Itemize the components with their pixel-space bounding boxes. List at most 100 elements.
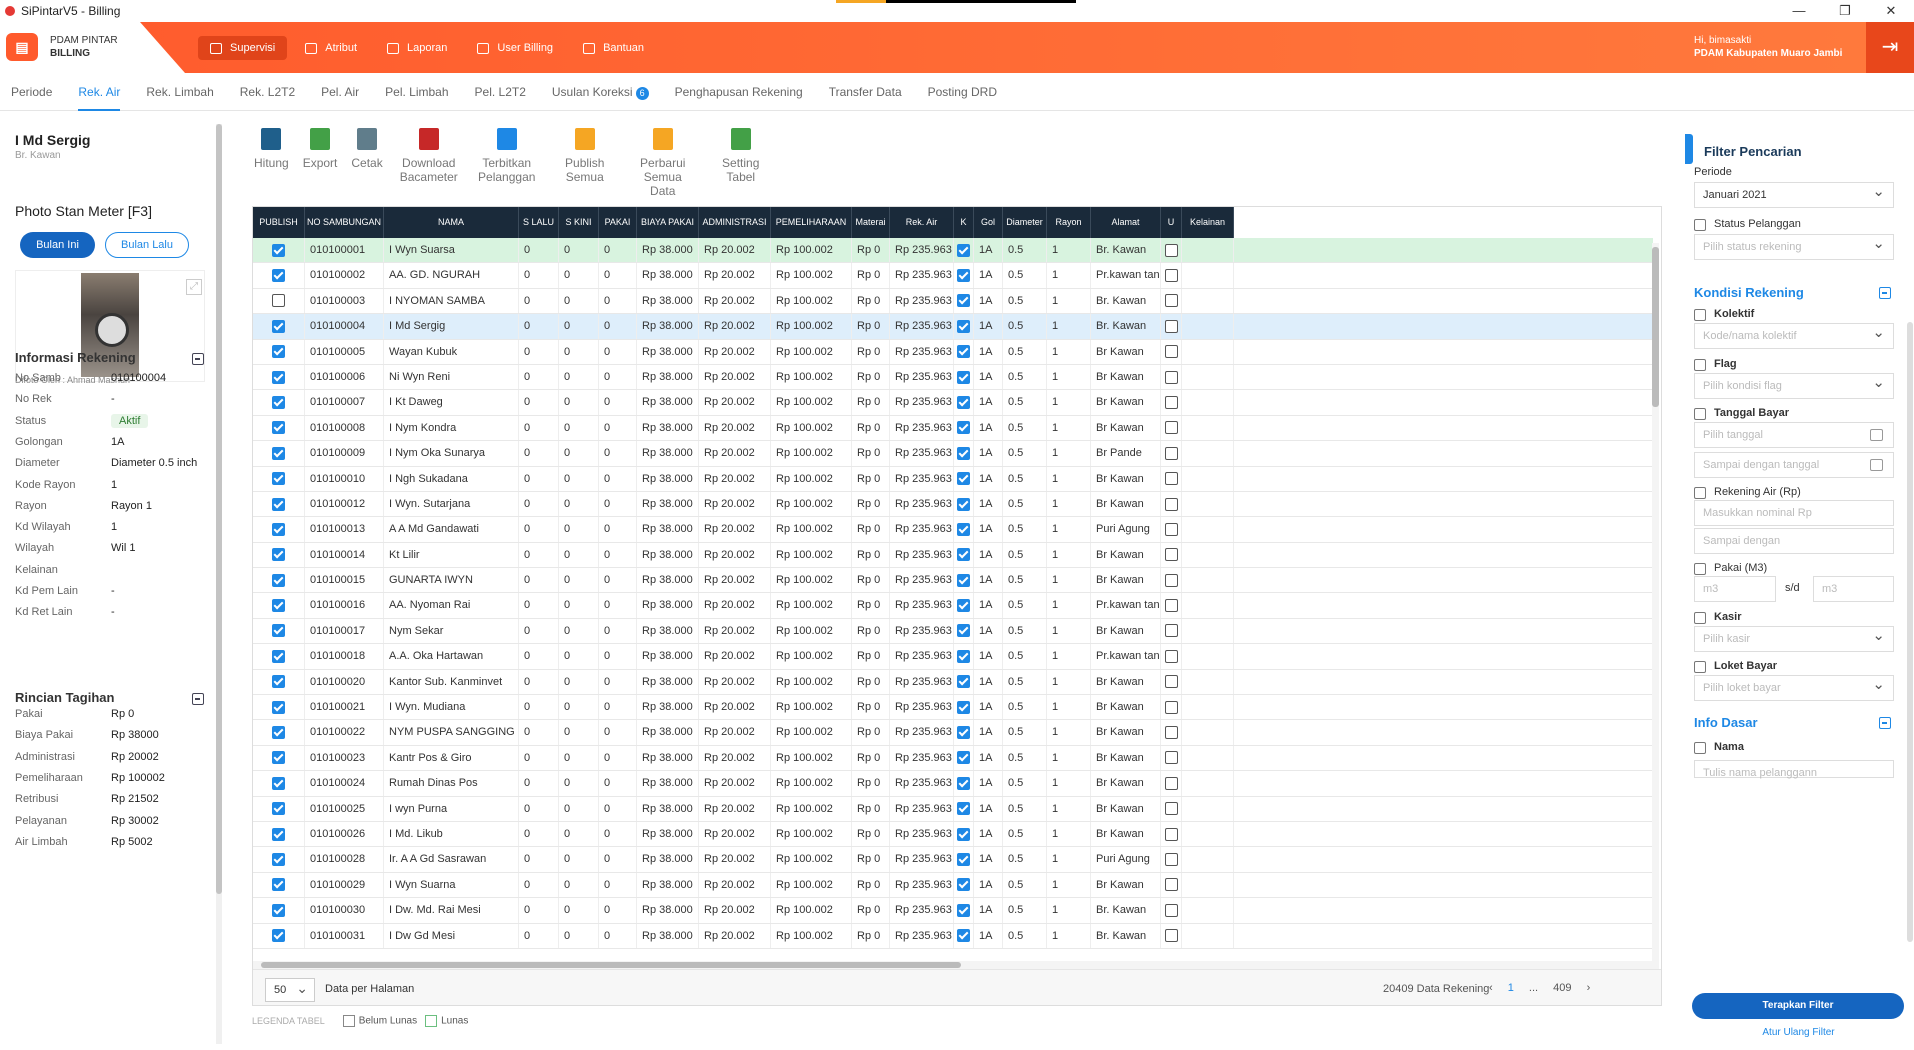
publish-checkbox[interactable]	[272, 573, 285, 587]
u-checkbox[interactable]	[1164, 243, 1178, 257]
table-row[interactable]: 010100029 I Wyn Suarna 0 0 0 Rp 38.000 Rp 20.0…	[253, 872, 1653, 899]
k-checkbox[interactable]	[957, 776, 970, 790]
publish-checkbox[interactable]	[272, 395, 285, 409]
column-header[interactable]: Gol	[974, 207, 1003, 238]
column-header[interactable]: PEMELIHARAAN	[771, 207, 852, 238]
checkbox[interactable]	[1694, 219, 1706, 231]
kolektif-checkbox[interactable]: Kolektif	[1694, 308, 1754, 321]
k-checkbox[interactable]	[957, 472, 970, 486]
column-header[interactable]: ADMINISTRASI	[699, 207, 771, 238]
k-checkbox[interactable]	[957, 852, 970, 866]
k-checkbox[interactable]	[957, 294, 970, 308]
tab-transfer-data[interactable]: Transfer Data	[829, 73, 902, 111]
collapse-icon[interactable]	[1879, 717, 1891, 729]
status-checkbox[interactable]: Status Pelanggan	[1694, 218, 1801, 231]
column-header[interactable]: Rek. Air	[890, 207, 954, 238]
u-checkbox[interactable]	[1164, 522, 1178, 536]
column-header[interactable]: U	[1161, 207, 1182, 238]
tab-rek-air[interactable]: Rek. Air	[78, 73, 121, 111]
u-checkbox[interactable]	[1164, 751, 1178, 765]
k-checkbox[interactable]	[957, 446, 970, 460]
column-header[interactable]: S KINI	[559, 207, 599, 238]
u-checkbox[interactable]	[1164, 573, 1178, 587]
terbitkan-pelanggan-button[interactable]: Terbitkan Pelanggan	[475, 128, 539, 198]
k-checkbox[interactable]	[957, 421, 970, 435]
u-checkbox[interactable]	[1164, 726, 1178, 740]
kasir-select[interactable]: Pilih kasir	[1694, 624, 1894, 652]
setting-tabel-button[interactable]: Setting Tabel	[709, 128, 773, 198]
tab-pel-l2t2[interactable]: Pel. L2T2	[475, 73, 526, 111]
column-header[interactable]: S LALU	[519, 207, 559, 238]
publish-checkbox[interactable]	[272, 878, 285, 892]
reset-filter-link[interactable]: Atur Ulang Filter	[1683, 1027, 1914, 1038]
u-checkbox[interactable]	[1164, 268, 1178, 282]
logout-button[interactable]: ⇥	[1866, 22, 1914, 73]
maximize-button[interactable]: ❐	[1822, 0, 1868, 22]
table-vertical-scrollbar[interactable]	[1652, 243, 1659, 973]
publish-checkbox[interactable]	[272, 776, 285, 790]
loket-select[interactable]: Pilih loket bayar	[1694, 673, 1894, 701]
column-header[interactable]: Alamat	[1091, 207, 1161, 238]
page-1-button[interactable]: 1	[1508, 982, 1514, 994]
tab-pel-air[interactable]: Pel. Air	[321, 73, 359, 111]
prev-page-button[interactable]: ‹	[1489, 982, 1493, 994]
k-checkbox[interactable]	[957, 319, 970, 333]
perbarui-semua-data-button[interactable]: Perbarui Semua Data	[631, 128, 695, 198]
calendar-icon[interactable]	[1870, 429, 1883, 441]
tanggal-bayar-checkbox[interactable]: Tanggal Bayar	[1694, 407, 1789, 420]
table-row[interactable]: 010100030 I Dw. Md. Rai Mesi 0 0 0 Rp 38.000 R…	[253, 898, 1653, 924]
publish-checkbox[interactable]	[272, 319, 285, 333]
per-page-select[interactable]: 50	[265, 977, 315, 1002]
tab-rek-limbah[interactable]: Rek. Limbah	[146, 73, 213, 111]
checkbox[interactable]	[1694, 612, 1706, 624]
tab-periode[interactable]: Periode	[11, 73, 52, 111]
k-checkbox[interactable]	[957, 573, 970, 587]
k-checkbox[interactable]	[957, 751, 970, 765]
publish-checkbox[interactable]	[272, 726, 285, 740]
k-checkbox[interactable]	[957, 624, 970, 638]
table-row[interactable]: 010100031 I Dw Gd Mesi 0 0 0 Rp 38.000 Rp 20.0…	[253, 923, 1653, 949]
tab-usulan-koreksi[interactable]: Usulan Koreksi 6	[552, 73, 649, 111]
k-checkbox[interactable]	[957, 599, 970, 613]
column-header[interactable]: NO SAMBUNGAN	[305, 207, 384, 238]
u-checkbox[interactable]	[1164, 497, 1178, 511]
k-checkbox[interactable]	[957, 726, 970, 740]
publish-checkbox[interactable]	[272, 852, 285, 866]
m3-to-input[interactable]: m3	[1813, 576, 1894, 602]
u-checkbox[interactable]	[1164, 624, 1178, 638]
publish-checkbox[interactable]	[272, 675, 285, 689]
left-scrollbar[interactable]	[216, 124, 222, 1044]
tab-posting-drd[interactable]: Posting DRD	[928, 73, 997, 111]
k-checkbox[interactable]	[957, 370, 970, 384]
u-checkbox[interactable]	[1164, 421, 1178, 435]
table-row[interactable]: 010100014 Kt Lilir 0 0 0 Rp 38.000 Rp 20.002 Rp…	[253, 542, 1653, 569]
table-row[interactable]: 010100002 AA. GD. NGURAH 0 0 0 Rp 38.000 Rp 20…	[253, 263, 1653, 289]
checkbox[interactable]	[1694, 661, 1706, 673]
publish-checkbox[interactable]	[272, 624, 285, 638]
expand-icon[interactable]: ⤢	[186, 279, 202, 295]
u-checkbox[interactable]	[1164, 649, 1178, 663]
table-row[interactable]: 010100018 A.A. Oka Hartawan 0 0 0 Rp 38.000 Rp…	[253, 644, 1653, 670]
nama-checkbox[interactable]: Nama	[1694, 741, 1744, 754]
u-checkbox[interactable]	[1164, 345, 1178, 359]
k-checkbox[interactable]	[957, 802, 970, 816]
k-checkbox[interactable]	[957, 395, 970, 409]
table-row[interactable]: 010100004 I Md Sergig 0 0 0 Rp 38.000 Rp 20.00…	[253, 314, 1653, 340]
k-checkbox[interactable]	[957, 649, 970, 663]
m3-from-input[interactable]: m3	[1694, 576, 1776, 602]
loket-checkbox[interactable]: Loket Bayar	[1694, 660, 1777, 673]
publish-checkbox[interactable]	[272, 903, 285, 917]
hitung-button[interactable]: Hitung	[254, 128, 289, 198]
column-header[interactable]: PUBLISH	[253, 207, 305, 238]
checkbox[interactable]	[1694, 487, 1706, 499]
last-month-button[interactable]: Bulan Lalu	[105, 232, 189, 258]
k-checkbox[interactable]	[957, 497, 970, 511]
k-checkbox[interactable]	[957, 268, 970, 282]
kasir-checkbox[interactable]: Kasir	[1694, 611, 1742, 624]
u-checkbox[interactable]	[1164, 776, 1178, 790]
column-header[interactable]: BIAYA PAKAI	[637, 207, 699, 238]
minimize-button[interactable]: —	[1776, 0, 1822, 22]
export-button[interactable]: Export	[303, 128, 337, 198]
publish-checkbox[interactable]	[272, 751, 285, 765]
checkbox[interactable]	[1694, 563, 1706, 575]
